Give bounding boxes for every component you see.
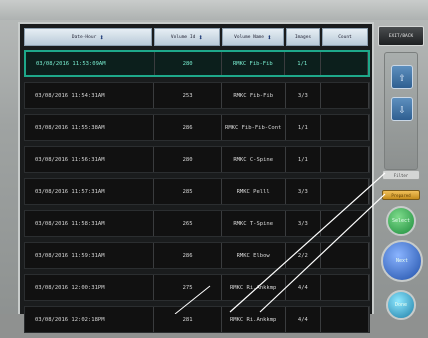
cell-datetime: 03/08/2016 12:02:18PM [25, 307, 155, 332]
column-header[interactable]: Volume Id ⬍ [154, 28, 220, 46]
table-row[interactable]: 03/08/2016 12:02:18PM 281 RMKC Ri.Ankkmp 4/… [24, 306, 370, 333]
cell-name: RMKC Fib-Fib-Cont [222, 115, 286, 140]
table-header: Date·Hour ⬍ Volume Id ⬍ Volume Name ⬍ Images Co… [24, 28, 370, 46]
prepared-label[interactable]: Prepared [382, 190, 420, 200]
top-strip [0, 0, 428, 20]
cell-empty [321, 115, 369, 140]
cell-name: RMKC Fib-Fib [222, 83, 286, 108]
study-list-panel: Date·Hour ⬍ Volume Id ⬍ Volume Name ⬍ Images Co… [18, 22, 374, 333]
cell-name: RMKC Ri.Ankkmp [222, 307, 286, 332]
cell-id: 281 [154, 307, 222, 332]
next-button[interactable]: Next [381, 240, 423, 282]
cell-id: 253 [154, 83, 222, 108]
column-header[interactable]: Count [322, 28, 368, 46]
cell-name: RMKC C-Spine [222, 147, 286, 172]
cell-id: 285 [154, 179, 222, 204]
cell-empty [321, 211, 369, 236]
table-row[interactable]: 03/08/2016 11:56:31AM 280 RMKC C-Spine 1/1 [24, 146, 370, 173]
column-header-label: Date·Hour [71, 34, 97, 40]
column-header[interactable]: Date·Hour ⬍ [24, 28, 152, 46]
column-header-label: Volume Id [170, 34, 196, 40]
cell-datetime: 03/08/2016 11:59:31AM [25, 243, 155, 268]
cell-id: 265 [154, 211, 222, 236]
down-arrow-icon: ⇩ [398, 102, 406, 116]
cell-id: 286 [154, 243, 222, 268]
table-rows: 03/08/2016 11:53:09AM 280 RMKC Fib-Fib 1/1 0… [24, 50, 370, 338]
sort-icon: ⬍ [99, 32, 105, 42]
cell-empty [321, 275, 369, 300]
cell-name: RMKC T-Spine [222, 211, 286, 236]
cell-id: 280 [155, 52, 222, 75]
cell-images: 1/1 [286, 115, 322, 140]
sort-icon: ⬍ [198, 32, 204, 42]
cell-datetime: 03/08/2016 11:57:31AM [25, 179, 155, 204]
table-row[interactable]: 03/08/2016 11:55:38AM 286 RMKC Fib-Fib-Con… [24, 114, 370, 141]
select-button[interactable]: Select [386, 206, 416, 236]
cell-name: RMKC Fib-Fib [222, 52, 285, 75]
cell-images: 4/4 [286, 275, 322, 300]
table-row[interactable]: 03/08/2016 12:00:31PM 275 RMKC Ri.Ankkmp 4/… [24, 274, 370, 301]
done-button[interactable]: Done [386, 290, 416, 320]
screen: Date·Hour ⬍ Volume Id ⬍ Volume Name ⬍ Images Co… [0, 0, 428, 333]
cell-images: 1/1 [285, 52, 321, 75]
scroll-panel: ⇧ ⇩ [384, 52, 418, 170]
cell-empty [321, 147, 369, 172]
column-header-label: Count [338, 34, 352, 40]
cell-images: 3/3 [286, 179, 322, 204]
scroll-up-button[interactable]: ⇧ [391, 65, 413, 89]
column-header-label: Volume Name [234, 34, 264, 40]
cell-empty [321, 243, 369, 268]
side-panel: EXIT/BACK ⇧ ⇩ Filter Prepared Select Nex… [378, 22, 424, 320]
table-row[interactable]: 03/08/2016 11:54:31AM 253 RMKC Fib-Fib 3/3 [24, 82, 370, 109]
cell-name: RMKC Pelll [222, 179, 286, 204]
cell-id: 280 [154, 147, 222, 172]
cell-empty [321, 307, 369, 332]
column-header[interactable]: Images [286, 28, 320, 46]
cell-images: 4/4 [286, 307, 322, 332]
column-header-label: Images [294, 34, 312, 40]
cell-name: RMKC Elbow [222, 243, 286, 268]
cell-empty [321, 83, 369, 108]
cell-empty [321, 179, 369, 204]
cell-images: 3/3 [286, 83, 322, 108]
cell-datetime: 03/08/2016 11:54:31AM [25, 83, 155, 108]
sort-icon: ⬍ [266, 32, 272, 42]
scroll-down-button[interactable]: ⇩ [391, 97, 413, 121]
up-arrow-icon: ⇧ [398, 70, 406, 84]
filter-label[interactable]: Filter [382, 170, 420, 180]
table-row[interactable]: 03/08/2016 11:58:31AM 265 RMKC T-Spine 3/3 [24, 210, 370, 237]
table-row[interactable]: 03/08/2016 11:53:09AM 280 RMKC Fib-Fib 1/1 [24, 50, 370, 77]
cell-datetime: 03/08/2016 11:56:31AM [25, 147, 155, 172]
cell-images: 2/2 [286, 243, 322, 268]
cell-name: RMKC Ri.Ankkmp [222, 275, 286, 300]
cell-id: 286 [154, 115, 222, 140]
cell-empty [321, 52, 368, 75]
cell-datetime: 03/08/2016 11:58:31AM [25, 211, 155, 236]
cell-datetime: 03/08/2016 11:53:09AM [26, 52, 155, 75]
column-header[interactable]: Volume Name ⬍ [222, 28, 284, 46]
cell-id: 275 [154, 275, 222, 300]
cell-images: 3/3 [286, 211, 322, 236]
exit-button[interactable]: EXIT/BACK [378, 26, 424, 46]
table-row[interactable]: 03/08/2016 11:57:31AM 285 RMKC Pelll 3/3 [24, 178, 370, 205]
cell-images: 1/1 [286, 147, 322, 172]
cell-datetime: 03/08/2016 12:00:31PM [25, 275, 155, 300]
table-row[interactable]: 03/08/2016 11:59:31AM 286 RMKC Elbow 2/2 [24, 242, 370, 269]
cell-datetime: 03/08/2016 11:55:38AM [25, 115, 155, 140]
